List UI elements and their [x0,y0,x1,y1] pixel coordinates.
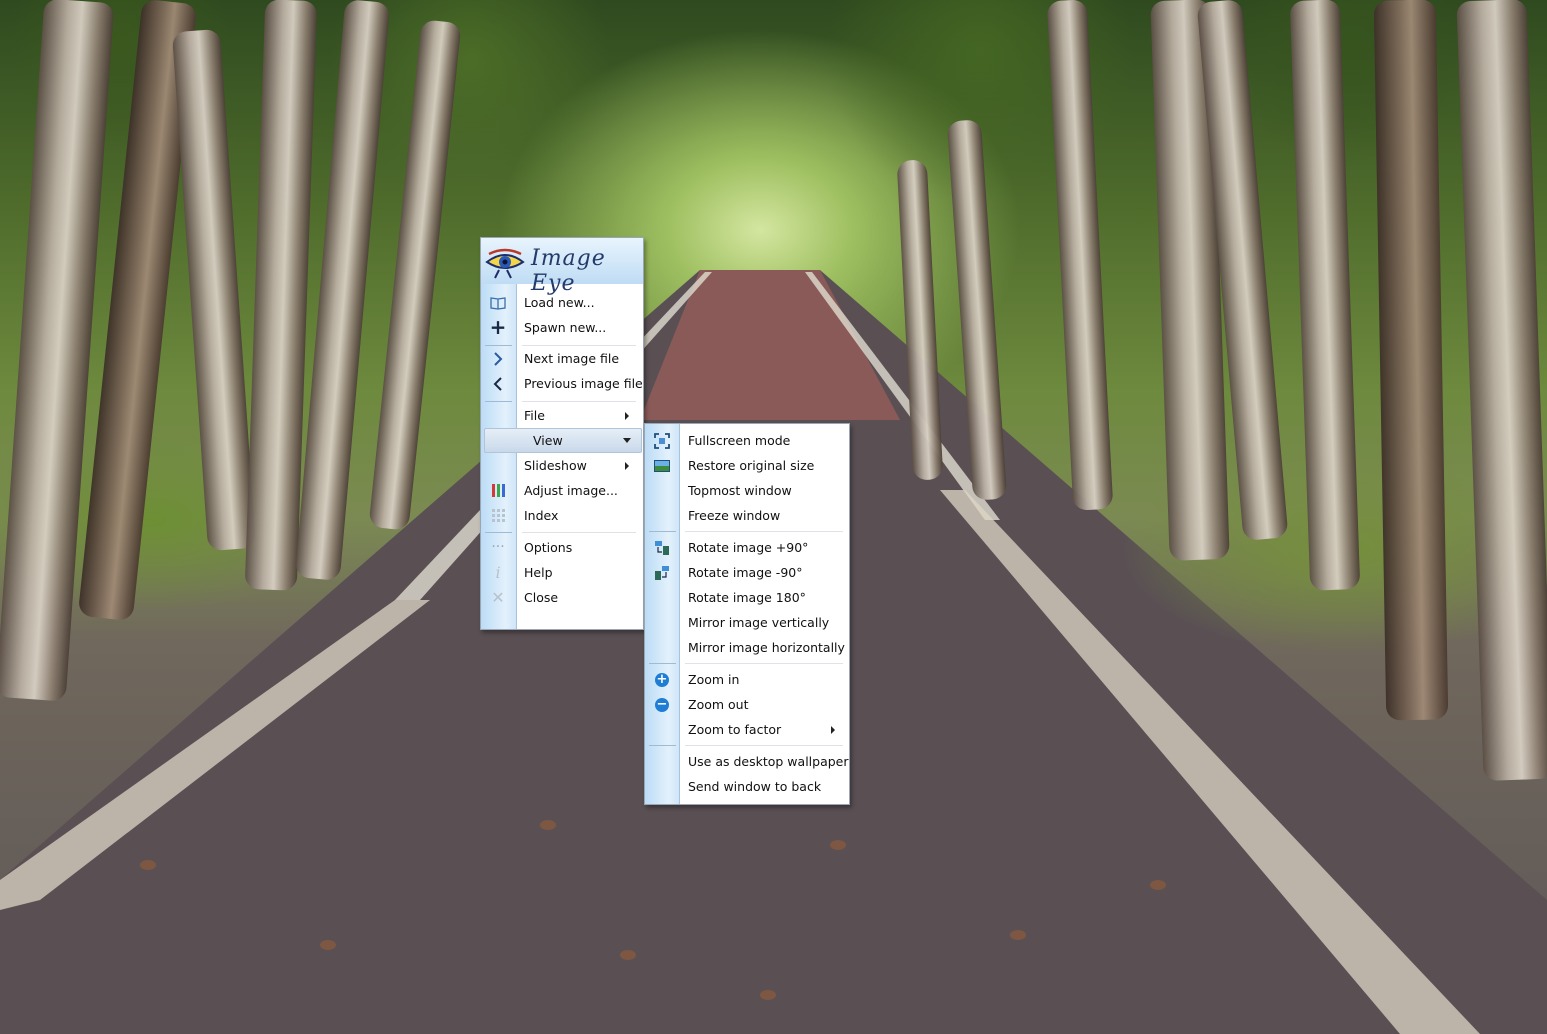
menu-header: Image Eye [481,238,643,296]
info-icon: i [495,563,501,582]
zoom-out-icon: − [655,696,669,712]
plus-icon: + [489,315,507,339]
submenu-item-restore-size[interactable]: Restore original size [645,453,849,478]
submenu-item-send-to-back[interactable]: Send window to back [645,774,849,799]
submenu-item-mirror-horizontal[interactable]: Mirror image horizontally [645,635,849,660]
submenu-arrow-down-icon [623,438,631,443]
submenu-item-rotate-plus-90[interactable]: Rotate image +90° [645,535,849,560]
close-icon: ✕ [491,588,505,607]
book-icon [487,292,509,313]
menu-item-close[interactable]: ✕ Close [481,585,643,610]
submenu-separator [685,745,843,746]
menu-item-adjust-image[interactable]: Adjust image... [481,478,643,503]
chevron-right-icon [487,348,509,369]
submenu-arrow-icon [625,462,629,470]
submenu-item-freeze[interactable]: Freeze window [645,503,849,528]
menu-separator [522,401,636,402]
color-bars-icon [487,480,509,501]
chevron-left-icon [487,373,509,394]
menu-item-next-image[interactable]: Next image file [481,346,643,371]
submenu-item-desktop-wallpaper[interactable]: Use as desktop wallpaper [645,749,849,774]
menu-item-index[interactable]: Index [481,503,643,528]
main-context-menu: Image Eye Load new... + Spawn new... Nex… [480,237,644,630]
submenu-item-zoom-to-factor[interactable]: Zoom to factor [645,717,849,742]
menu-item-file[interactable]: File [481,403,643,428]
menu-item-options[interactable]: ··· Options [481,535,643,560]
view-submenu: Fullscreen mode Restore original size To… [644,423,850,805]
rotate-right-icon [651,537,673,558]
submenu-arrow-icon [625,412,629,420]
menu-item-spawn-new[interactable]: + Spawn new... [481,315,643,340]
menu-item-help[interactable]: i Help [481,560,643,585]
submenu-item-zoom-out[interactable]: − Zoom out [645,692,849,717]
menu-item-view[interactable]: View [484,428,642,453]
image-icon [651,455,673,476]
ellipsis-icon: ··· [491,539,505,555]
eye-logo-icon [485,248,525,279]
submenu-item-topmost[interactable]: Topmost window [645,478,849,503]
submenu-item-zoom-in[interactable]: + Zoom in [645,667,849,692]
submenu-separator [685,531,843,532]
fullscreen-icon [651,430,673,451]
menu-separator [522,532,636,533]
submenu-item-fullscreen[interactable]: Fullscreen mode [645,428,849,453]
menu-item-previous-image[interactable]: Previous image file [481,371,643,396]
rotate-left-icon [651,562,673,583]
submenu-arrow-icon [831,726,835,734]
menu-item-slideshow[interactable]: Slideshow [481,453,643,478]
submenu-item-rotate-minus-90[interactable]: Rotate image -90° [645,560,849,585]
submenu-item-mirror-vertical[interactable]: Mirror image vertically [645,610,849,635]
menu-item-load-new[interactable]: Load new... [481,290,643,315]
submenu-separator [685,663,843,664]
submenu-item-rotate-180[interactable]: Rotate image 180° [645,585,849,610]
zoom-in-icon: + [655,671,669,687]
app-logo-text: Image Eye [531,246,606,296]
grid-icon [487,505,509,526]
